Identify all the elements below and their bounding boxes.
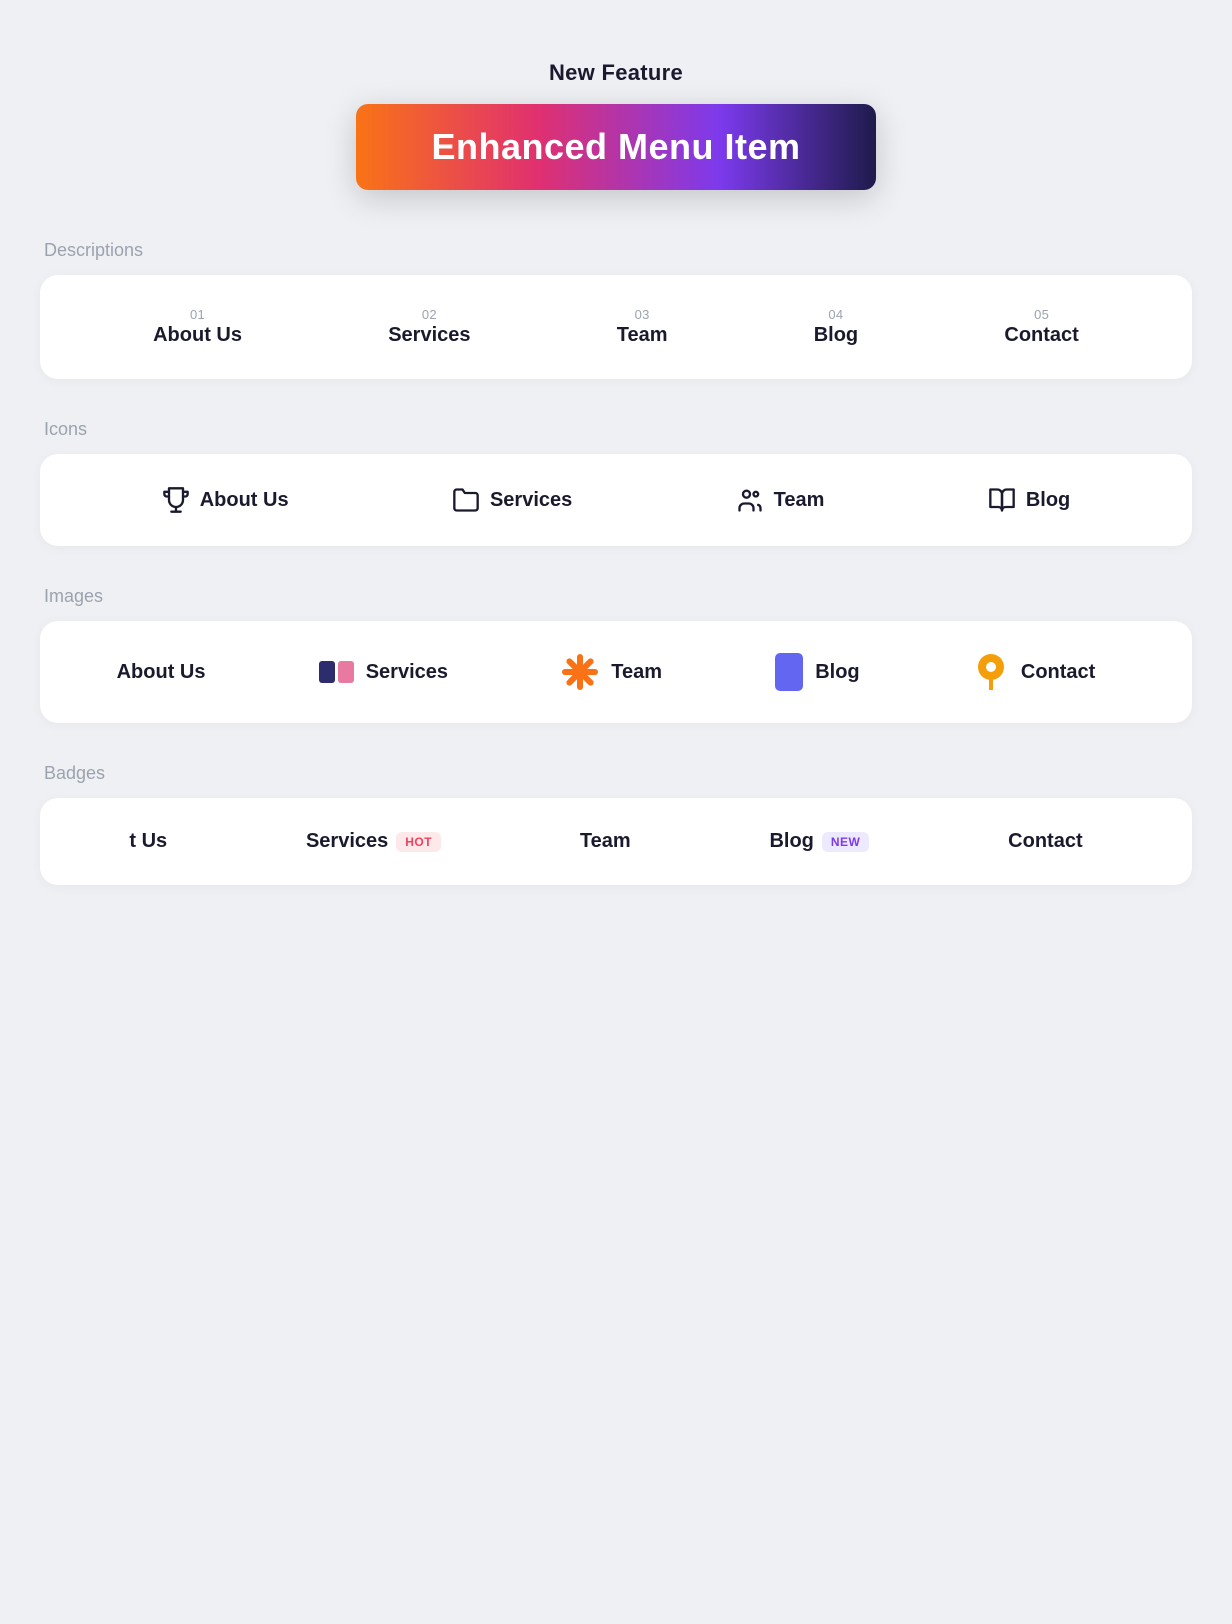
icons-section: Icons About Us [40, 419, 1192, 546]
desc-label-2: Services [388, 324, 470, 347]
desc-label-5: Contact [1004, 324, 1078, 347]
image-item-about[interactable]: About Us [117, 661, 206, 684]
icon-label-services: Services [490, 489, 572, 512]
image-item-services[interactable]: Services [319, 661, 448, 684]
images-label: Images [44, 586, 1192, 607]
badge-new: NEW [822, 832, 870, 852]
badge-label-services: Services [306, 830, 388, 853]
desc-num-1: 01 [190, 307, 205, 322]
desc-label-3: Team [617, 324, 668, 347]
image-label-contact: Contact [1021, 661, 1095, 684]
badge-label-blog: Blog [769, 830, 813, 853]
desc-item-contact[interactable]: 05 Contact [1004, 307, 1078, 347]
icon-item-about[interactable]: About Us [162, 486, 289, 514]
desc-item-team[interactable]: 03 Team [617, 307, 668, 347]
badges-label: Badges [44, 763, 1192, 784]
badge-label-contact: Contact [1008, 830, 1082, 853]
descriptions-section: Descriptions 01 About Us 02 Services 03 … [40, 240, 1192, 379]
images-card: About Us Services [40, 621, 1192, 723]
icon-label-team: Team [774, 489, 825, 512]
desc-num-5: 05 [1034, 307, 1049, 322]
icon-item-services[interactable]: Services [452, 486, 572, 514]
image-item-blog[interactable]: Blog [775, 653, 859, 691]
desc-item-about[interactable]: 01 About Us [153, 307, 242, 347]
book-icon [988, 486, 1016, 514]
badge-item-services[interactable]: Services HOT [306, 830, 441, 853]
badge-item-team[interactable]: Team [580, 830, 631, 853]
icon-label-about: About Us [200, 489, 289, 512]
badge-label-about: t Us [129, 830, 167, 853]
image-label-services: Services [366, 661, 448, 684]
folder-icon [452, 486, 480, 514]
icon-item-blog[interactable]: Blog [988, 486, 1070, 514]
icon-item-team[interactable]: Team [736, 486, 825, 514]
desc-item-blog[interactable]: 04 Blog [814, 307, 858, 347]
hero-section: New Feature Enhanced Menu Item [40, 60, 1192, 190]
badge-item-blog[interactable]: Blog NEW [769, 830, 869, 853]
desc-label-4: Blog [814, 324, 858, 347]
badges-section: Badges t Us Services HOT Team Blog [40, 763, 1192, 885]
image-label-about: About Us [117, 661, 206, 684]
icon-label-blog: Blog [1026, 489, 1070, 512]
badge-hot: HOT [396, 832, 441, 852]
image-label-blog: Blog [815, 661, 859, 684]
badge-item-about[interactable]: t Us [129, 830, 167, 853]
contact-image-icon [973, 654, 1009, 690]
badge-label-team: Team [580, 830, 631, 853]
icons-card: About Us Services [40, 454, 1192, 546]
services-image-icon [319, 661, 354, 683]
people-icon [736, 486, 764, 514]
image-item-team[interactable]: Team [561, 653, 662, 691]
desc-num-2: 02 [422, 307, 437, 322]
new-feature-label: New Feature [549, 60, 683, 86]
desc-num-4: 04 [828, 307, 843, 322]
page-wrapper: New Feature Enhanced Menu Item Descripti… [0, 0, 1232, 985]
badges-card: t Us Services HOT Team Blog NEW [40, 798, 1192, 885]
desc-item-services[interactable]: 02 Services [388, 307, 470, 347]
descriptions-label: Descriptions [44, 240, 1192, 261]
trophy-icon [162, 486, 190, 514]
desc-label-1: About Us [153, 324, 242, 347]
icons-label: Icons [44, 419, 1192, 440]
image-item-contact[interactable]: Contact [973, 654, 1095, 690]
icons-nav: About Us Services [80, 486, 1152, 514]
descriptions-card: 01 About Us 02 Services 03 Team 04 Blog … [40, 275, 1192, 379]
blog-image-icon [775, 653, 803, 691]
images-section: Images About Us Services [40, 586, 1192, 723]
desc-num-3: 03 [635, 307, 650, 322]
badge-item-contact[interactable]: Contact [1008, 830, 1082, 853]
enhanced-menu-button[interactable]: Enhanced Menu Item [356, 104, 876, 190]
descriptions-nav: 01 About Us 02 Services 03 Team 04 Blog … [80, 307, 1152, 347]
image-label-team: Team [611, 661, 662, 684]
badges-nav: t Us Services HOT Team Blog NEW [80, 830, 1152, 853]
team-image-icon [561, 653, 599, 691]
images-nav: About Us Services [80, 653, 1152, 691]
